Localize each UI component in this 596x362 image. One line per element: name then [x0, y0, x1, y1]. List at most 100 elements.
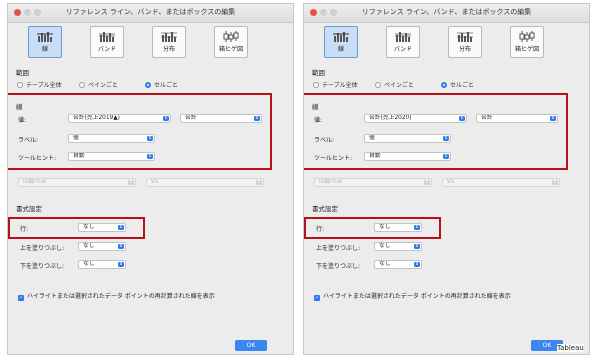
row-format-select[interactable]: なし ⇕ — [78, 223, 126, 232]
band-type-icon — [387, 30, 419, 43]
fill-below-text: なし — [83, 261, 95, 267]
recalc-checkbox[interactable]: ✓ ハイライトまたは選択されたデータ ポイントの再計算された線を表示 — [18, 291, 215, 301]
tooltip-select[interactable]: 自動 ⇕ — [364, 152, 451, 161]
scope-radio-2[interactable]: セルごと — [145, 80, 178, 89]
band-type-icon — [91, 30, 123, 43]
radio-dot[interactable] — [145, 82, 151, 88]
value-field-text: 合計(売上2019▲) — [73, 115, 120, 121]
fill-below-select[interactable]: なし ⇕ — [78, 260, 126, 269]
scope-radio-label: テーブル全体 — [26, 82, 62, 89]
type-tab-label: 線 — [41, 46, 48, 53]
scope-radio-label: セルごと — [450, 82, 475, 89]
type-tab-0[interactable]: 線 — [324, 26, 358, 58]
scope-radio-1[interactable]: ペインごと — [79, 80, 118, 89]
scope-radio-0[interactable]: テーブル全体 — [313, 80, 358, 89]
ok-button[interactable]: OK — [235, 340, 267, 351]
fill-above-label: 上を塗りつぶし: — [316, 245, 361, 252]
radio-dot[interactable] — [313, 82, 319, 88]
value-label: 値: — [314, 117, 323, 124]
fill-below-label: 下を塗りつぶし: — [316, 263, 361, 270]
radio-dot[interactable] — [441, 82, 447, 88]
chevron-updown-icon: ⇕ — [147, 135, 153, 141]
chevron-updown-icon: ⇕ — [254, 115, 260, 121]
chevron-updown-icon: ⇕ — [459, 115, 465, 121]
dialog-title: リファレンス ライン、バンド、またはボックスの編集 — [65, 8, 236, 16]
value-label: 値: — [18, 117, 27, 124]
recalc-checkbox-label: ハイライトまたは選択されたデータ ポイントの再計算された線を表示 — [27, 293, 215, 300]
type-tab-2[interactable]: 分布 — [448, 26, 482, 58]
row-format-label: 行: — [20, 226, 29, 233]
type-tab-1[interactable]: バンド — [386, 26, 420, 58]
tooltip-select-text: 自動 — [73, 153, 85, 159]
scope-radio-1[interactable]: ペインごと — [375, 80, 414, 89]
type-tab-2[interactable]: 分布 — [152, 26, 186, 58]
aggregation-select[interactable]: 合計 ⇕ — [476, 114, 558, 123]
label-select[interactable]: 値 ⇕ — [68, 134, 155, 143]
scope-heading: 範囲 — [312, 69, 325, 77]
chevron-updown-icon: ⇕ — [424, 179, 430, 185]
radio-dot[interactable] — [375, 82, 381, 88]
chevron-updown-icon: ⇕ — [163, 115, 169, 121]
fill-below-text: なし — [379, 261, 391, 267]
disabled-select-1: 回線のみ ⇕ — [18, 178, 136, 187]
scope-radio-label: ペインごと — [384, 82, 415, 89]
label-select-text: 値 — [369, 135, 375, 141]
fill-above-text: なし — [83, 243, 95, 249]
scope-radio-0[interactable]: テーブル全体 — [17, 80, 62, 89]
chevron-updown-icon: ⇕ — [443, 135, 449, 141]
value-field-select[interactable]: 合計(売上2019▲) ⇕ — [68, 114, 171, 123]
type-tab-label: 箱ヒゲ図 — [218, 46, 243, 53]
row-format-select[interactable]: なし ⇕ — [374, 223, 422, 232]
chevron-updown-icon: ⇕ — [550, 115, 556, 121]
chevron-updown-icon: ⇕ — [118, 243, 124, 249]
type-tab-label: 分布 — [458, 46, 471, 53]
boxplot-type-icon — [215, 30, 247, 43]
fill-above-select[interactable]: なし ⇕ — [78, 242, 126, 251]
disabled-select-2: 95 ⇕ — [442, 178, 560, 187]
disabled-select-2: 95 ⇕ — [146, 178, 264, 187]
aggregation-select[interactable]: 合計 ⇕ — [180, 114, 262, 123]
fill-above-label: 上を塗りつぶし: — [20, 245, 65, 252]
tooltip-select[interactable]: 自動 ⇕ — [68, 152, 155, 161]
label-label: ラベル: — [18, 137, 39, 144]
radio-dot[interactable] — [17, 82, 23, 88]
radio-dot[interactable] — [79, 82, 85, 88]
chevron-updown-icon: ⇕ — [256, 179, 262, 185]
checkmark-icon[interactable]: ✓ — [314, 295, 320, 301]
recalc-checkbox[interactable]: ✓ ハイライトまたは選択されたデータ ポイントの再計算された線を表示 — [314, 291, 511, 301]
line-type-icon — [29, 30, 61, 43]
row-format-label: 行: — [316, 226, 325, 233]
type-tab-label: 箱ヒゲ図 — [514, 46, 539, 53]
chevron-updown-icon: ⇕ — [443, 153, 449, 159]
disabled-select-text: 95 — [151, 179, 159, 185]
title-bar: リファレンス ライン、バンド、またはボックスの編集 — [304, 4, 589, 23]
fill-below-select[interactable]: なし ⇕ — [374, 260, 422, 269]
type-tab-label: バンド — [97, 46, 117, 53]
value-field-select[interactable]: 合計(売上2020) ⇕ — [364, 114, 467, 123]
type-tab-3[interactable]: 箱ヒゲ図 — [510, 26, 544, 58]
type-selector: 線 バンド 分布 箱ヒゲ図 — [28, 26, 273, 62]
scope-radio-label: セルごと — [154, 82, 179, 89]
type-tab-3[interactable]: 箱ヒゲ図 — [214, 26, 248, 58]
title-bar: リファレンス ライン、バンド、またはボックスの編集 — [8, 4, 293, 23]
chevron-updown-icon: ⇕ — [118, 261, 124, 267]
boxplot-type-icon — [511, 30, 543, 43]
format-heading: 書式設定 — [16, 205, 42, 213]
label-select[interactable]: 値 ⇕ — [364, 134, 451, 143]
scope-radio-label: テーブル全体 — [322, 82, 358, 89]
reference-line-dialog: リファレンス ライン、バンド、またはボックスの編集 線 バンド 分布 箱ヒゲ図 … — [7, 3, 294, 355]
row-format-text: なし — [379, 224, 391, 230]
type-tab-0[interactable]: 線 — [28, 26, 62, 58]
scope-radio-2[interactable]: セルごと — [441, 80, 474, 89]
distribution-type-icon — [449, 30, 481, 43]
format-heading: 書式設定 — [312, 205, 338, 213]
fill-above-select[interactable]: なし ⇕ — [374, 242, 422, 251]
type-tab-1[interactable]: バンド — [90, 26, 124, 58]
chevron-updown-icon: ⇕ — [414, 261, 420, 267]
checkmark-icon[interactable]: ✓ — [18, 295, 24, 301]
chevron-updown-icon: ⇕ — [118, 224, 124, 230]
chevron-updown-icon: ⇕ — [128, 179, 134, 185]
fill-above-text: なし — [379, 243, 391, 249]
disabled-select-text: 回線のみ — [23, 179, 47, 185]
tooltip-label: ツールヒント: — [314, 155, 353, 162]
